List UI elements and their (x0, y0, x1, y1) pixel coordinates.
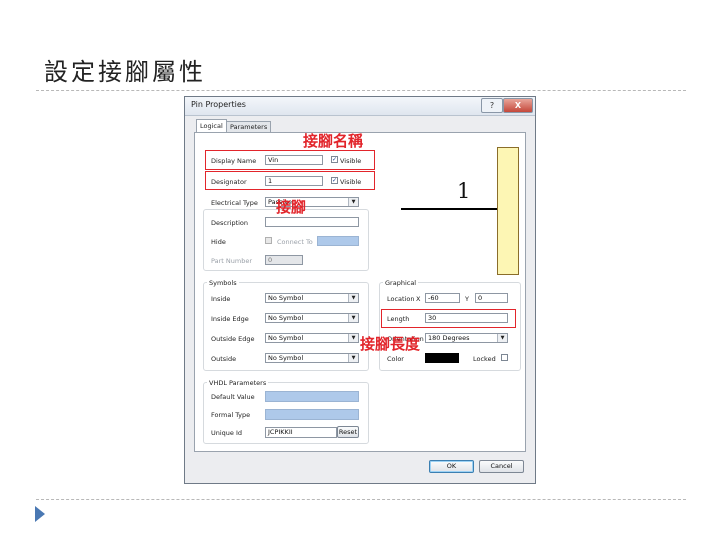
pin-number-preview: 1 (457, 179, 471, 203)
orientation-value: 180 Degrees (428, 334, 470, 342)
part-number-spinner[interactable]: 0 (265, 255, 303, 265)
electrical-type-label: Electrical Type (211, 199, 258, 207)
location-label: Location (387, 295, 415, 303)
part-number-label: Part Number (211, 257, 253, 265)
symbol-inside-label: Inside (211, 295, 231, 303)
bottom-divider (36, 499, 686, 500)
symbol-inside-value: No Symbol (268, 294, 304, 302)
chevron-down-icon: ▼ (497, 334, 507, 342)
symbol-inside-select[interactable]: No Symbol ▼ (265, 293, 359, 303)
designator-highlight (205, 171, 375, 190)
chevron-down-icon: ▼ (348, 198, 358, 206)
nav-arrow-icon (35, 506, 45, 522)
location-y-label: Y (465, 295, 469, 303)
symbol-inside-edge-value: No Symbol (268, 314, 304, 322)
chevron-down-icon: ▼ (348, 334, 358, 342)
locked-label: Locked (473, 355, 496, 363)
description-input[interactable] (265, 217, 359, 227)
symbol-inside-edge-select[interactable]: No Symbol ▼ (265, 313, 359, 323)
connect-to-label: Connect To (277, 238, 313, 246)
pin-line-preview (401, 208, 497, 210)
symbol-outside-edge-select[interactable]: No Symbol ▼ (265, 333, 359, 343)
vhdl-title: VHDL Parameters (207, 379, 269, 387)
cancel-button[interactable]: Cancel (479, 460, 524, 473)
location-y-input[interactable]: 0 (475, 293, 508, 303)
reset-button[interactable]: Reset (337, 426, 359, 438)
annotation-pin-length: 接腳長度 (360, 335, 421, 353)
symbol-inside-edge-label: Inside Edge (211, 315, 249, 323)
symbol-outside-value: No Symbol (268, 354, 304, 362)
help-button[interactable]: ? (481, 98, 503, 113)
location-x-label: X (416, 295, 421, 303)
unique-id-label: Unique Id (211, 429, 243, 437)
graphical-title: Graphical (383, 279, 419, 287)
symbol-outside-edge-label: Outside Edge (211, 335, 255, 343)
chevron-down-icon: ▼ (348, 314, 358, 322)
tab-logical[interactable]: Logical (196, 119, 227, 133)
component-body-preview (497, 147, 519, 275)
hide-checkbox[interactable] (265, 237, 272, 244)
annotation-pin: 接腳 (276, 198, 307, 216)
formal-type-label: Formal Type (211, 411, 251, 419)
location-x-input[interactable]: -60 (425, 293, 460, 303)
length-highlight (381, 309, 516, 328)
symbol-outside-edge-value: No Symbol (268, 334, 304, 342)
title-bar: Pin Properties ? X (185, 97, 535, 116)
slide-title: 設定接腳屬性 (44, 58, 206, 86)
orientation-select[interactable]: 180 Degrees ▼ (425, 333, 508, 343)
formal-type-input[interactable] (265, 409, 359, 420)
unique-id-input[interactable]: JCPIKKII (265, 427, 337, 438)
symbol-outside-label: Outside (211, 355, 237, 363)
display-name-highlight (205, 150, 375, 170)
close-button[interactable]: X (503, 98, 533, 113)
chevron-down-icon: ▼ (348, 354, 358, 362)
hide-label: Hide (211, 238, 226, 246)
symbol-outside-select[interactable]: No Symbol ▼ (265, 353, 359, 363)
connect-to-input[interactable] (317, 236, 359, 246)
locked-checkbox[interactable] (501, 354, 508, 361)
symbols-title: Symbols (207, 279, 239, 287)
annotation-pin-name: 接腳名稱 (303, 132, 364, 150)
ok-button[interactable]: OK (429, 460, 474, 473)
default-value-label: Default Value (211, 393, 255, 401)
dialog-title: Pin Properties (191, 100, 246, 109)
color-label: Color (387, 355, 404, 363)
color-swatch[interactable] (425, 353, 459, 363)
default-value-input[interactable] (265, 391, 359, 402)
top-divider (36, 90, 686, 91)
description-label: Description (211, 219, 249, 227)
chevron-down-icon: ▼ (348, 294, 358, 302)
